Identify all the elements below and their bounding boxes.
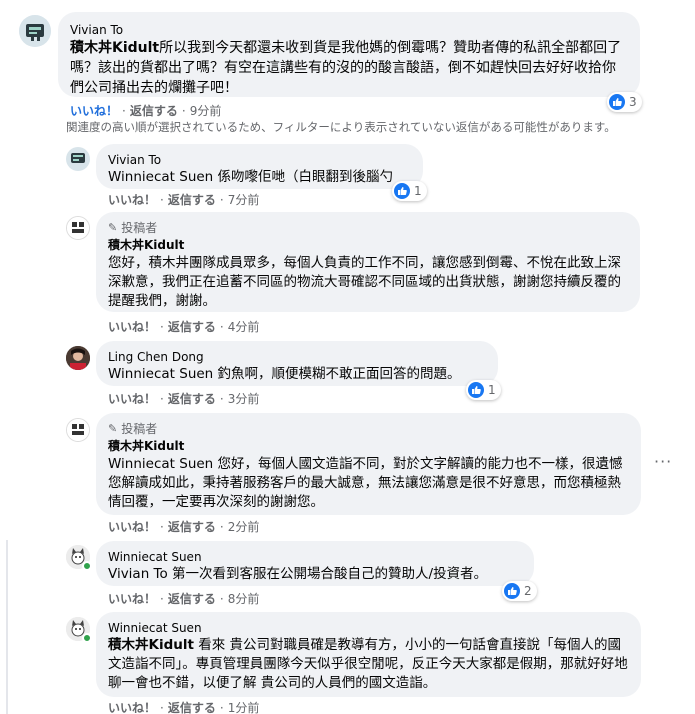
like-button[interactable]: いいね！	[108, 319, 156, 335]
pencil-icon: ✎	[108, 422, 118, 435]
avatar[interactable]	[66, 216, 90, 240]
author-badge: ✎ 投稿者	[108, 221, 158, 235]
comment-author[interactable]: 積木丼Kidult	[108, 437, 629, 455]
mention-link[interactable]: 積木丼Kidult	[70, 40, 159, 56]
comment-text: Vivian To 第一次看到客服在公開場合酸自己的贊助人/投資者。	[108, 566, 488, 582]
mention-link[interactable]: 積木丼Kidult	[108, 637, 194, 653]
reply-button[interactable]: 返信する	[168, 591, 216, 607]
online-status-icon	[82, 633, 92, 643]
like-button[interactable]: いいね！	[108, 391, 156, 407]
comment-bubble: Winniecat Suen 積木丼Kidult 看來 貴公司對職員確是教導有方…	[96, 612, 641, 697]
author-badge: ✎ 投稿者	[108, 422, 158, 436]
comment-actions: いいね！ · 返信する · 9分前	[70, 103, 222, 119]
avatar[interactable]	[66, 147, 90, 171]
thumbs-up-icon	[394, 183, 410, 199]
comment-actions: いいね！ · 返信する · 2分前	[108, 519, 260, 535]
comment-bubble: Winniecat Suen Vivian To 第一次看到客服在公開場合酸自己…	[96, 541, 534, 586]
comment-bubble: Vivian To Winniecat Suen 係吻嚟佢哋（白眼翻到後腦勺	[96, 144, 423, 189]
reply-button[interactable]: 返信する	[168, 391, 216, 407]
comment-author[interactable]: Vivian To	[108, 152, 411, 168]
thumbs-up-icon	[504, 583, 520, 599]
comment-author[interactable]: Vivian To	[70, 22, 628, 38]
comment-text: Winniecat Suen 釣魚啊，順便模糊不敢正面回答的問題。	[108, 366, 461, 382]
comment-actions: いいね！ · 返信する · 1分前	[108, 700, 260, 714]
comment-bubble: Ling Chen Dong Winniecat Suen 釣魚啊，順便模糊不敢…	[96, 341, 498, 386]
reply-button[interactable]: 返信する	[130, 103, 178, 119]
comment-bubble: ✎ 投稿者 積木丼Kidult Winniecat Suen 您好，每個人國文造…	[96, 413, 641, 515]
mention-link[interactable]: Winniecat Suen	[108, 366, 213, 382]
filter-notice: 関連度の高い順が選択されているため、フィルターにより表示されていない返信がある可…	[66, 120, 616, 134]
thread-line	[6, 540, 8, 714]
like-button[interactable]: いいね！	[108, 192, 156, 208]
thumbs-up-icon	[609, 94, 625, 110]
comment-actions: いいね！ · 返信する · 7分前	[108, 192, 260, 208]
comment-actions: いいね！ · 返信する · 8分前	[108, 591, 260, 607]
mention-link[interactable]: Vivian To	[108, 566, 168, 582]
comment-time[interactable]: 1分前	[228, 700, 260, 714]
avatar[interactable]	[19, 15, 51, 47]
reaction-count[interactable]: 3	[607, 92, 642, 112]
thumbs-up-icon	[468, 382, 484, 398]
comment-text: 您好，積木丼團隊成員眾多，每個人負責的工作不同，讓您感到倒霉、不悅在此致上深深歉…	[108, 255, 621, 309]
comment-time[interactable]: 7分前	[228, 192, 260, 208]
comment-author[interactable]: Ling Chen Dong	[108, 349, 486, 365]
reaction-count[interactable]: 1	[466, 380, 501, 400]
comment-author[interactable]: Winniecat Suen	[108, 620, 629, 636]
comment-text: 積木丼Kidult所以我到今天都還未收到貨是我他媽的倒霉嗎？贊助者傳的私訊全部都…	[70, 40, 622, 96]
pencil-icon: ✎	[108, 221, 118, 234]
reply-button[interactable]: 返信する	[168, 519, 216, 535]
avatar[interactable]	[66, 346, 90, 370]
comment-time[interactable]: 2分前	[228, 519, 260, 535]
comment-author[interactable]: Winniecat Suen	[108, 549, 522, 565]
like-button[interactable]: いいね！	[108, 519, 156, 535]
comment-text: 積木丼Kidult 看來 貴公司對職員確是教導有方，小小的一句話會直接說「每個人…	[108, 637, 628, 691]
mention-link[interactable]: Winniecat Suen	[108, 169, 213, 185]
comment-time[interactable]: 3分前	[228, 391, 260, 407]
like-button[interactable]: いいね！	[108, 700, 156, 714]
reply-button[interactable]: 返信する	[168, 700, 216, 714]
comment-actions: いいね！ · 返信する · 3分前	[108, 391, 260, 407]
comment-author[interactable]: 積木丼Kidult	[108, 236, 628, 254]
online-status-icon	[82, 561, 92, 571]
avatar[interactable]	[66, 418, 90, 442]
reaction-count[interactable]: 1	[392, 181, 427, 201]
reply-button[interactable]: 返信する	[168, 192, 216, 208]
comment-time[interactable]: 8分前	[228, 591, 260, 607]
comment-actions: いいね！ · 返信する · 4分前	[108, 319, 260, 335]
reaction-count[interactable]: 2	[502, 581, 537, 601]
reply-button[interactable]: 返信する	[168, 319, 216, 335]
comment-bubble: Vivian To 積木丼Kidult所以我到今天都還未收到貨是我他媽的倒霉嗎？…	[58, 12, 640, 97]
comment-time[interactable]: 4分前	[228, 319, 260, 335]
comment-text: Winniecat Suen 係吻嚟佢哋（白眼翻到後腦勺	[108, 169, 394, 185]
comment-bubble: ✎ 投稿者 積木丼Kidult 您好，積木丼團隊成員眾多，每個人負責的工作不同，…	[96, 212, 640, 312]
comment-time[interactable]: 9分前	[190, 103, 222, 119]
comment-text: Winniecat Suen 您好，每個人國文造詣不同，對於文字解讀的能力也不一…	[108, 456, 623, 510]
like-button[interactable]: いいね！	[108, 591, 156, 607]
more-options-icon[interactable]: ···	[654, 452, 672, 471]
like-button[interactable]: いいね！	[70, 103, 118, 119]
